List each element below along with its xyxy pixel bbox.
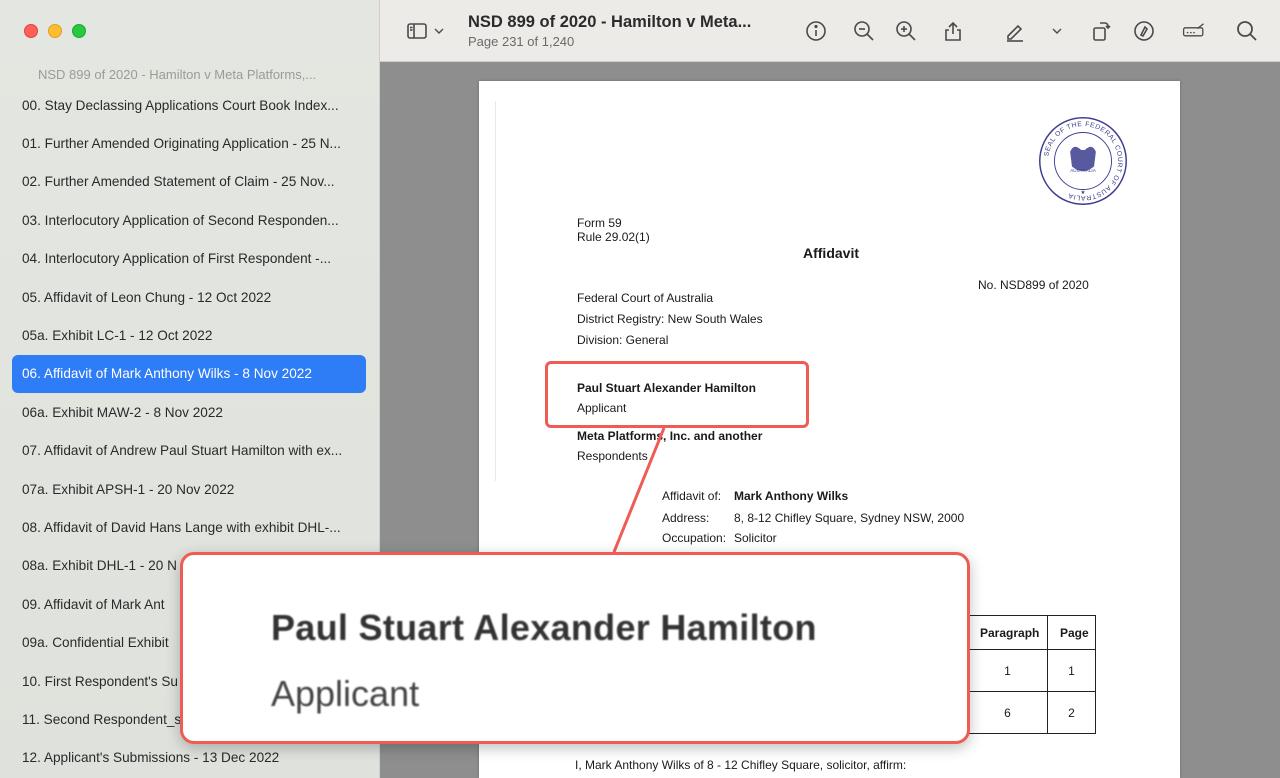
sidebar-item-label: 04. Interlocutory Application of First R…	[22, 251, 332, 267]
chevron-down-icon[interactable]	[431, 18, 447, 44]
table-row: 1 1	[967, 649, 1096, 692]
affirm-text: I, Mark Anthony Wilks of 8 - 12 Chifley …	[575, 758, 907, 772]
sidebar-item[interactable]: 01. Further Amended Originating Applicat…	[12, 124, 366, 162]
sidebar-item-label: 05a. Exhibit LC-1 - 12 Oct 2022	[22, 328, 213, 344]
page-rule	[495, 101, 496, 481]
table-cell: 1	[967, 649, 1048, 692]
sidebar-item-label: 05. Affidavit of Leon Chung - 12 Oct 202…	[22, 289, 272, 305]
sidebar-item[interactable]: 08. Affidavit of David Hans Lange with e…	[12, 508, 366, 546]
share-icon[interactable]	[940, 18, 966, 44]
chevron-down-icon[interactable]	[1049, 18, 1065, 44]
callout-name: Paul Stuart Alexander Hamilton	[271, 607, 817, 648]
sidebar-header[interactable]: NSD 899 of 2020 - Hamilton v Meta Platfo…	[38, 67, 368, 82]
sidebar-item-label: 02. Further Amended Statement of Claim -…	[22, 174, 335, 190]
occupation-label: Occupation:	[662, 531, 727, 545]
sidebar-item-label: 07. Affidavit of Andrew Paul Stuart Hami…	[22, 443, 343, 459]
sidebar-item[interactable]: 07. Affidavit of Andrew Paul Stuart Hami…	[12, 432, 366, 470]
window-controls	[24, 24, 86, 38]
zoom-out-icon[interactable]	[851, 18, 877, 44]
fullscreen-button[interactable]	[72, 24, 86, 38]
minimize-button[interactable]	[48, 24, 62, 38]
table-cell: 1	[1047, 649, 1096, 692]
table-header: Paragraph	[967, 615, 1048, 650]
page-indicator: Page 231 of 1,240	[468, 34, 575, 49]
sidebar-item[interactable]: 02. Further Amended Statement of Claim -…	[12, 163, 366, 201]
affidavit-of-value: Mark Anthony Wilks	[734, 489, 849, 503]
sidebar-item-selected[interactable]: 06. Affidavit of Mark Anthony Wilks - 8 …	[12, 354, 366, 394]
sidebar-item[interactable]: 05a. Exhibit LC-1 - 12 Oct 2022	[12, 316, 366, 354]
sidebar-item-label: 12. Applicant's Submissions - 13 Dec 202…	[22, 750, 280, 766]
form-number: Form 59	[577, 216, 622, 230]
svg-text:AUSTRALIA: AUSTRALIA	[1070, 168, 1096, 173]
sidebar-item[interactable]: 06a. Exhibit MAW-2 - 8 Nov 2022	[12, 393, 366, 431]
contents-table: Paragraph Page 1 1 6 2	[967, 615, 1096, 734]
highlight-icon[interactable]	[1002, 18, 1028, 44]
sidebar-item-label: 06. Affidavit of Mark Anthony Wilks - 8 …	[22, 366, 312, 382]
sidebar-item-label: 08. Affidavit of David Hans Lange with e…	[22, 519, 341, 535]
svg-text:★: ★	[1081, 189, 1086, 196]
address-value: 8, 8-12 Chifley Square, Sydney NSW, 2000	[734, 511, 965, 525]
rotate-icon[interactable]	[1088, 18, 1114, 44]
respondent-name: Meta Platforms, Inc. and another	[577, 429, 763, 443]
court-seal-icon: SEAL OF THE FEDERAL COURT OF AUSTRALIA A…	[1037, 115, 1129, 207]
sidebar-item-label: 03. Interlocutory Application of Second …	[22, 212, 339, 228]
table-cell: 6	[967, 691, 1048, 734]
sidebar-item-label: 00. Stay Declassing Applications Court B…	[22, 97, 339, 113]
document-title: NSD 899 of 2020 - Hamilton v Meta...	[468, 13, 752, 31]
callout-magnified: Paul Stuart Alexander Hamilton Applicant	[180, 552, 970, 744]
sidebar-item[interactable]: 12. Applicant's Submissions - 13 Dec 202…	[12, 739, 366, 777]
division: Division: General	[577, 333, 669, 347]
callout-role: Applicant	[271, 673, 420, 714]
respondent-role: Respondents	[577, 449, 648, 463]
sidebar-item[interactable]: 04. Interlocutory Application of First R…	[12, 240, 366, 278]
sidebar-item-label: 07a. Exhibit APSH-1 - 20 Nov 2022	[22, 481, 235, 497]
rule-number: Rule 29.02(1)	[577, 230, 650, 244]
zoom-in-icon[interactable]	[893, 18, 919, 44]
sidebar-item[interactable]: 05. Affidavit of Leon Chung - 12 Oct 202…	[12, 278, 366, 316]
markup-icon[interactable]	[1131, 18, 1157, 44]
occupation-value: Solicitor	[734, 531, 777, 545]
callout-highlight-box	[545, 361, 809, 428]
toolbar: NSD 899 of 2020 - Hamilton v Meta... Pag…	[380, 0, 1280, 62]
signature-icon[interactable]	[1179, 18, 1209, 44]
table-cell: 2	[1047, 691, 1096, 734]
sidebar-item[interactable]: 07a. Exhibit APSH-1 - 20 Nov 2022	[12, 470, 366, 508]
close-button[interactable]	[24, 24, 38, 38]
sidebar-item-label: 06a. Exhibit MAW-2 - 8 Nov 2022	[22, 404, 223, 420]
search-icon[interactable]	[1234, 18, 1260, 44]
address-label: Address:	[662, 511, 710, 525]
court-name: Federal Court of Australia	[577, 291, 714, 305]
table-header: Page	[1047, 615, 1096, 650]
table-row: 6 2	[967, 691, 1096, 734]
sidebar-icon[interactable]	[404, 18, 430, 44]
case-number: No. NSD899 of 2020	[978, 278, 1089, 292]
affidavit-of-label: Affidavit of:	[662, 489, 722, 503]
info-icon[interactable]	[803, 18, 829, 44]
sidebar-item[interactable]: 03. Interlocutory Application of Second …	[12, 201, 366, 239]
sidebar-item[interactable]: 00. Stay Declassing Applications Court B…	[12, 86, 366, 124]
registry: District Registry: New South Wales	[577, 312, 763, 326]
sidebar-item-label: 01. Further Amended Originating Applicat…	[22, 136, 341, 152]
document-heading: Affidavit	[803, 245, 859, 261]
